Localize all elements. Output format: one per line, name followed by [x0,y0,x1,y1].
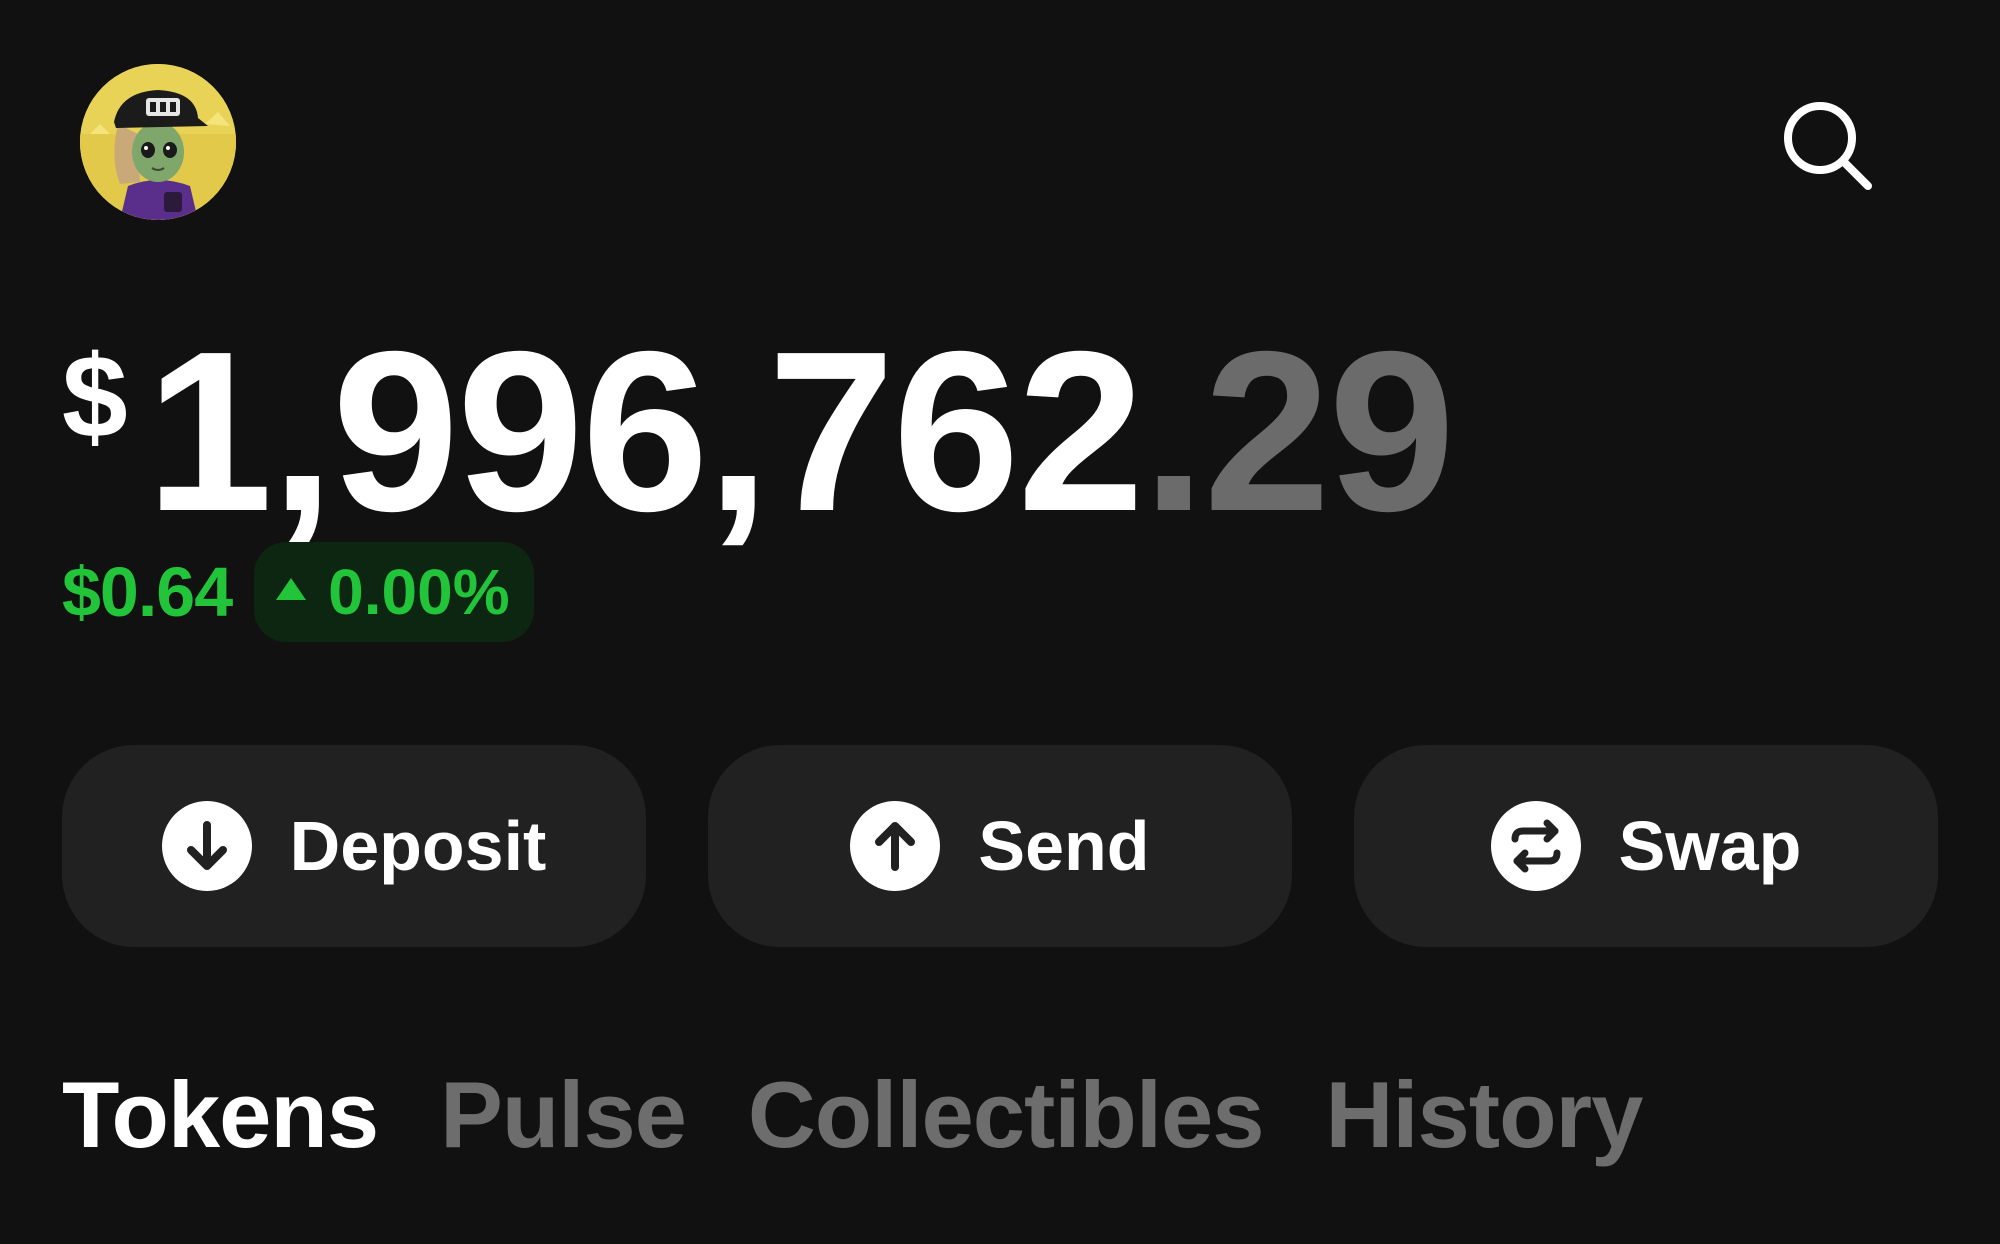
change-percent: 0.00% [328,556,510,628]
deposit-label: Deposit [289,807,547,885]
triangle-up-icon [276,578,307,600]
send-label: Send [978,807,1150,885]
wallet-tabs: Tokens Pulse Collectibles History [62,1060,1704,1170]
balance-whole: 1,996,762 [146,305,1144,559]
action-buttons: Deposit Send Swap [62,745,1938,947]
user-avatar-image [80,64,236,220]
tab-pulse[interactable]: Pulse [440,1068,687,1162]
balance-amount: 1,996,762.29 [146,318,1455,546]
send-button[interactable]: Send [708,745,1292,947]
swap-arrows-circle-icon [1490,801,1581,891]
change-percent-badge: 0.00% [254,542,534,642]
tab-collectibles[interactable]: Collectibles [748,1068,1265,1162]
balance-change: $0.64 0.00% [62,542,534,642]
search-icon [1784,102,1872,190]
swap-button[interactable]: Swap [1354,745,1938,947]
arrow-down-circle-icon [161,801,252,891]
change-amount: $0.64 [62,553,233,631]
avatar[interactable] [80,64,236,220]
wallet-home-screen: $ 1,996,762.29 $0.64 0.00% Deposit Send … [0,0,2000,1244]
swap-label: Swap [1618,807,1802,885]
balance-currency-symbol: $ [62,331,128,463]
search-button[interactable] [1770,88,1886,204]
tab-history[interactable]: History [1326,1068,1644,1162]
arrow-up-circle-icon [850,801,941,891]
tab-tokens[interactable]: Tokens [62,1068,379,1162]
deposit-button[interactable]: Deposit [62,745,646,947]
balance-decimal: .29 [1142,305,1455,559]
